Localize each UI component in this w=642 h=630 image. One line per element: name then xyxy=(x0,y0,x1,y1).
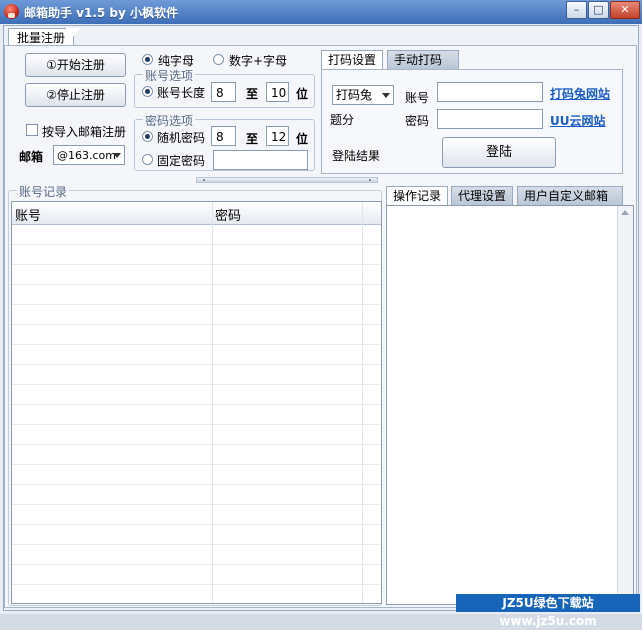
app-mushroom-icon xyxy=(4,4,19,19)
table-row xyxy=(12,444,381,445)
random-password-radio[interactable] xyxy=(142,131,153,142)
login-result-label: 登陆结果 xyxy=(332,149,381,163)
account-unit-label: 位 xyxy=(296,87,309,101)
account-length-label: 账号长度 xyxy=(157,86,206,100)
uu-website-link[interactable]: UU云网站 xyxy=(550,112,606,129)
table-row xyxy=(12,304,381,305)
tab-proxy-settings[interactable]: 代理设置 xyxy=(451,186,514,205)
import-mailbox-checkbox[interactable] xyxy=(26,124,38,136)
table-row xyxy=(12,484,381,485)
column-header-account[interactable]: 账号 xyxy=(15,205,41,224)
dama2-website-link[interactable]: 打码兔网站 xyxy=(550,85,610,102)
password-max-input[interactable]: 12 xyxy=(266,126,289,146)
table-header: 账号 密码 xyxy=(12,202,381,225)
password-unit-label: 位 xyxy=(296,132,309,146)
login-button[interactable]: 登陆 xyxy=(442,137,556,168)
table-row xyxy=(12,344,381,345)
password-min-input[interactable]: 8 xyxy=(211,126,236,146)
table-row xyxy=(12,424,381,425)
password-options-title: 密码选项 xyxy=(143,112,196,129)
operation-log-panel[interactable] xyxy=(386,205,634,605)
tab-slant xyxy=(66,28,80,46)
minimize-button[interactable]: – xyxy=(566,1,587,19)
import-mailbox-label: 按导入邮箱注册 xyxy=(42,125,127,139)
account-options-title: 账号选项 xyxy=(143,67,196,84)
table-row xyxy=(12,404,381,405)
table-row xyxy=(12,384,381,385)
captcha-service-value: 打码兔 xyxy=(336,88,373,102)
captcha-service-select[interactable]: 打码兔 xyxy=(332,85,394,105)
score-label: 题分 xyxy=(330,113,355,127)
table-row xyxy=(12,504,381,505)
chevron-down-icon xyxy=(113,153,121,158)
account-length-radio[interactable] xyxy=(142,86,153,97)
table-row xyxy=(12,544,381,545)
stop-register-button[interactable]: ②停止注册 xyxy=(25,83,126,107)
account-records-table[interactable]: 账号 密码 xyxy=(11,201,382,604)
splitter-grip xyxy=(203,179,205,181)
fixed-password-label: 固定密码 xyxy=(157,154,206,168)
table-row xyxy=(12,524,381,525)
fixed-password-radio[interactable] xyxy=(142,154,153,165)
mailbox-select[interactable]: @163.com xyxy=(53,145,125,165)
app-window: 邮箱助手 v1.5 by 小枫软件 – □ ✕ 批量注册 ①开始注册 ②停止注册… xyxy=(0,0,642,628)
digits-letters-label: 数字+字母 xyxy=(229,54,288,68)
random-password-label: 随机密码 xyxy=(157,131,206,145)
account-records-title: 账号记录 xyxy=(17,183,70,200)
table-row xyxy=(12,464,381,465)
password-to-label: 至 xyxy=(246,132,259,146)
mailbox-select-value: @163.com xyxy=(57,149,116,162)
column-header-password[interactable]: 密码 xyxy=(215,205,241,224)
scroll-up-icon[interactable] xyxy=(621,210,629,215)
captcha-account-input[interactable] xyxy=(437,82,543,102)
captcha-password-input[interactable] xyxy=(437,109,543,129)
table-row xyxy=(12,584,381,585)
table-row xyxy=(12,264,381,265)
table-row xyxy=(12,324,381,325)
table-row xyxy=(12,284,381,285)
table-row xyxy=(12,564,381,565)
tab-custom-mailbox[interactable]: 用户自定义邮箱 xyxy=(517,186,624,205)
account-min-input[interactable]: 8 xyxy=(211,82,236,102)
splitter-grip xyxy=(369,179,371,181)
table-row xyxy=(12,364,381,365)
tab-captcha-settings[interactable]: 打码设置 xyxy=(321,50,384,69)
panel-splitter[interactable] xyxy=(196,177,378,183)
log-scrollbar[interactable] xyxy=(617,206,633,604)
window-title: 邮箱助手 v1.5 by 小枫软件 xyxy=(24,6,179,20)
account-max-input[interactable]: 10 xyxy=(266,82,289,102)
account-to-label: 至 xyxy=(246,87,259,101)
watermark-banner: JZ5U绿色下载站www.jz5u.com xyxy=(456,594,640,628)
start-register-button[interactable]: ①开始注册 xyxy=(25,53,126,77)
captcha-account-label: 账号 xyxy=(405,91,430,105)
digits-letters-radio[interactable] xyxy=(213,54,224,65)
mailbox-label: 邮箱 xyxy=(19,150,44,164)
fixed-password-input[interactable] xyxy=(213,150,308,170)
captcha-password-label: 密码 xyxy=(405,114,430,128)
close-button[interactable]: ✕ xyxy=(610,1,640,19)
table-row xyxy=(12,244,381,245)
title-bar: 邮箱助手 v1.5 by 小枫软件 – □ ✕ xyxy=(0,0,642,24)
maximize-button[interactable]: □ xyxy=(588,1,609,19)
pure-letters-radio[interactable] xyxy=(142,54,153,65)
chevron-down-icon xyxy=(382,93,390,98)
tab-operation-log[interactable]: 操作记录 xyxy=(386,186,449,205)
tab-manual-captcha[interactable]: 手动打码 xyxy=(387,50,460,69)
